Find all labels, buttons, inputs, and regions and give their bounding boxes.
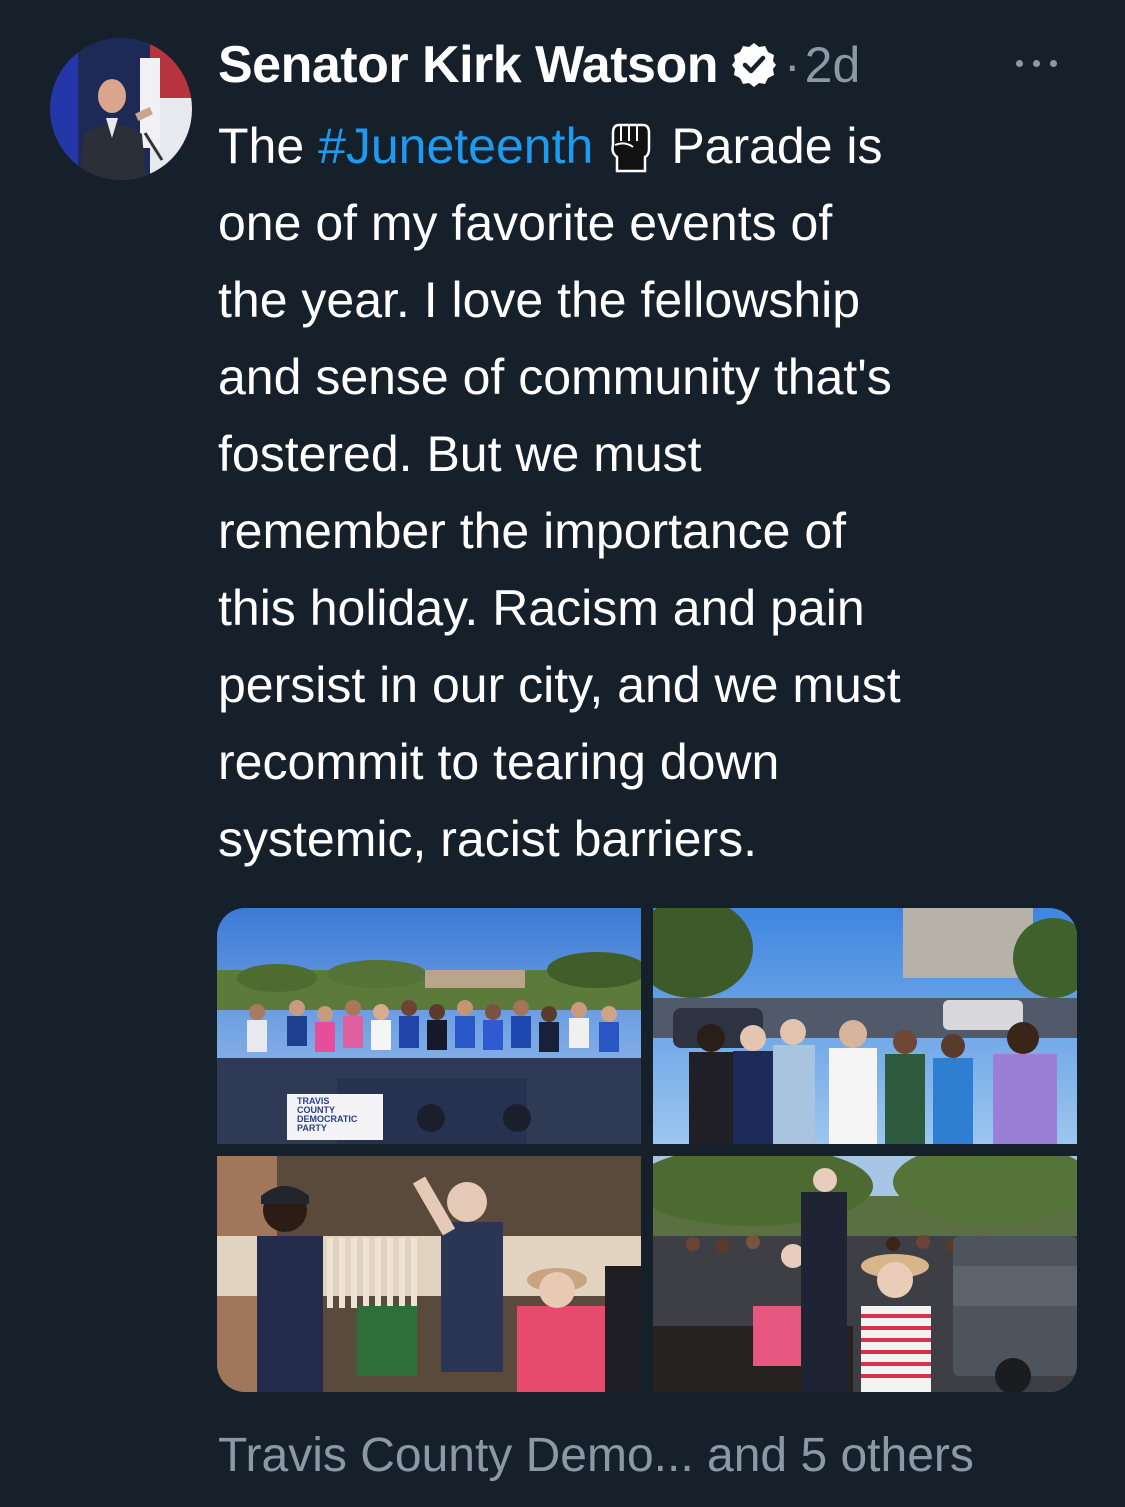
photo-parade-walk[interactable] [217,1156,641,1392]
author-name[interactable]: Senator Kirk Watson [218,35,719,95]
photo-group-banner[interactable]: TRAVIS COUNTY DEMOCRATIC PARTY [217,908,641,1144]
tweet-header: Senator Kirk Watson · 2d [218,30,860,100]
tweet-text-segment: The [218,118,319,174]
tweet[interactable]: Senator Kirk Watson · 2d The #Juneteenth… [0,0,1125,1507]
tweet-text-line: the year. I love the fellowship [218,272,861,328]
tweet-timestamp[interactable]: 2d [805,36,861,94]
hashtag-link[interactable]: #Juneteenth [318,118,593,174]
tweet-text-line: fostered. But we must [218,426,702,482]
tweet-text-line: this holiday. Racism and pain [218,580,865,636]
banner-line: PARTY [297,1123,327,1133]
photo-group-street[interactable] [653,908,1077,1144]
author-avatar[interactable] [50,38,192,180]
tagged-users-link[interactable]: Travis County Demo... and 5 others [218,1428,974,1483]
verified-badge-icon [730,41,778,89]
tweet-text-line: systemic, racist barriers. [218,811,757,867]
header-separator: · [784,37,801,93]
more-options-icon[interactable] [1000,48,1072,78]
photo-parade-truck[interactable] [653,1156,1077,1392]
raised-fist-icon [607,118,653,173]
media-grid: TRAVIS COUNTY DEMOCRATIC PARTY [217,908,1077,1392]
tweet-text-line: and sense of community that's [218,349,892,405]
tweet-text-line: recommit to tearing down [218,734,780,790]
tweet-text-line: The #Juneteenth Parade is [218,108,1098,185]
tweet-text-segment: Parade is [671,118,883,174]
tweet-text-line: one of my favorite events of [218,195,833,251]
tweet-text: The #Juneteenth Parade is one of my favo… [218,108,1098,878]
tweet-text-line: remember the importance of [218,503,847,559]
tweet-text-line: persist in our city, and we must [218,657,901,713]
